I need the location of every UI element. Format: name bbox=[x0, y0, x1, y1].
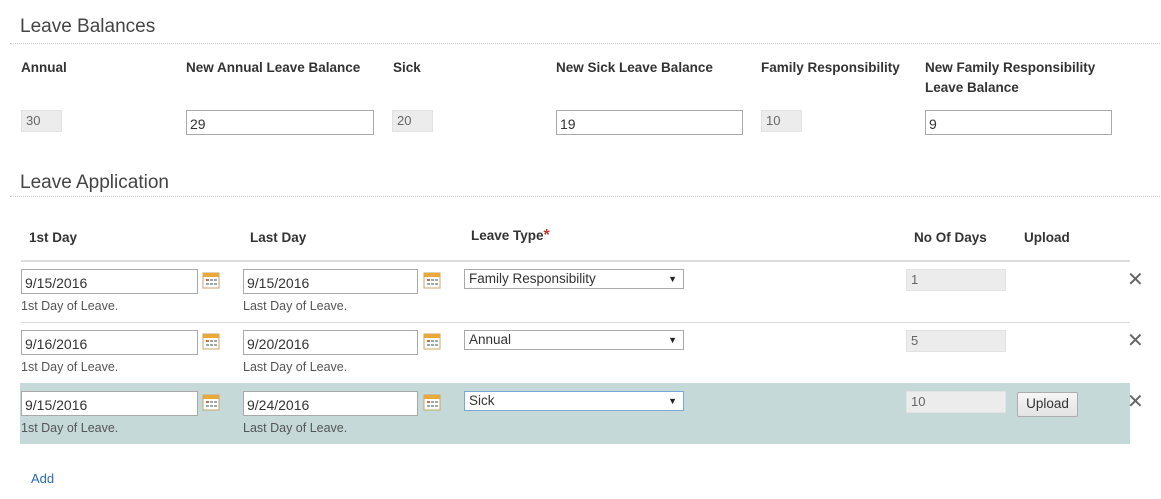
new-annual-header: New Annual Leave Balance bbox=[186, 60, 361, 75]
sick-balance-value: 20 bbox=[392, 110, 433, 132]
calendar-icon[interactable] bbox=[423, 393, 441, 411]
family-header: Family Responsibility bbox=[761, 60, 900, 75]
close-icon[interactable]: ✕ bbox=[1127, 392, 1144, 412]
last-day-input[interactable] bbox=[243, 330, 418, 355]
table-row: 1st Day of Leave. Last Day of Leave. Ann… bbox=[0, 322, 1161, 383]
first-day-hint: 1st Day of Leave. bbox=[21, 299, 119, 313]
first-day-input[interactable] bbox=[21, 269, 198, 294]
leave-type-select[interactable]: Family Responsibility ▼ bbox=[464, 269, 684, 289]
new-family-header-line1: New Family Responsibility bbox=[925, 60, 1096, 75]
chevron-down-icon: ▼ bbox=[668, 396, 677, 406]
last-day-hint: Last Day of Leave. bbox=[243, 360, 348, 374]
add-row-link[interactable]: Add bbox=[31, 471, 54, 486]
first-day-input[interactable] bbox=[21, 330, 198, 355]
section-divider bbox=[10, 196, 1160, 197]
new-sick-balance-input[interactable] bbox=[556, 110, 743, 135]
family-balance-value: 10 bbox=[761, 110, 802, 132]
leave-type-select[interactable]: Annual ▼ bbox=[464, 330, 684, 350]
last-day-hint: Last Day of Leave. bbox=[243, 421, 348, 435]
new-family-balance-input[interactable] bbox=[925, 110, 1112, 135]
no-of-days-value: 5 bbox=[906, 330, 1006, 352]
calendar-icon[interactable] bbox=[423, 332, 441, 350]
new-family-header: New Family Responsibility Leave Balance bbox=[925, 58, 1095, 98]
no-of-days-value: 10 bbox=[906, 391, 1006, 413]
chevron-down-icon: ▼ bbox=[668, 335, 677, 345]
chevron-down-icon: ▼ bbox=[668, 274, 677, 284]
sick-header: Sick bbox=[393, 60, 421, 75]
close-icon[interactable]: ✕ bbox=[1127, 270, 1144, 290]
new-annual-balance-input[interactable] bbox=[186, 110, 374, 135]
new-family-header-line2: Leave Balance bbox=[925, 80, 1019, 95]
first-day-hint: 1st Day of Leave. bbox=[21, 360, 119, 374]
first-day-input[interactable] bbox=[21, 391, 198, 416]
calendar-icon[interactable] bbox=[202, 332, 220, 350]
leave-type-select[interactable]: Sick ▼ bbox=[464, 391, 684, 411]
calendar-icon[interactable] bbox=[423, 271, 441, 289]
leave-type-selected-value: Sick bbox=[469, 393, 495, 408]
annual-balance-value: 30 bbox=[21, 110, 62, 132]
upload-button[interactable]: Upload bbox=[1017, 392, 1078, 417]
leave-type-selected-value: Family Responsibility bbox=[469, 271, 596, 286]
last-day-input[interactable] bbox=[243, 391, 418, 416]
leave-application-title: Leave Application bbox=[20, 172, 169, 193]
table-row: 1st Day of Leave. Last Day of Leave. Fam… bbox=[0, 261, 1161, 322]
last-day-hint: Last Day of Leave. bbox=[243, 299, 348, 313]
last-day-header: Last Day bbox=[250, 230, 307, 245]
leave-balances-title: Leave Balances bbox=[20, 16, 156, 37]
required-marker: * bbox=[543, 227, 550, 244]
close-icon[interactable]: ✕ bbox=[1127, 331, 1144, 351]
first-day-hint: 1st Day of Leave. bbox=[21, 421, 119, 435]
calendar-icon[interactable] bbox=[202, 271, 220, 289]
no-of-days-header: No Of Days bbox=[914, 230, 987, 245]
new-sick-header: New Sick Leave Balance bbox=[556, 60, 713, 75]
last-day-input[interactable] bbox=[243, 269, 418, 294]
no-of-days-value: 1 bbox=[906, 269, 1006, 291]
leave-type-header: Leave Type* bbox=[471, 226, 550, 246]
upload-header: Upload bbox=[1024, 230, 1070, 245]
table-row: 1st Day of Leave. Last Day of Leave. Sic… bbox=[0, 383, 1161, 444]
section-divider bbox=[10, 43, 1160, 44]
first-day-header: 1st Day bbox=[29, 230, 78, 245]
calendar-icon[interactable] bbox=[202, 393, 220, 411]
leave-type-selected-value: Annual bbox=[469, 332, 512, 347]
leave-type-header-label: Leave Type bbox=[471, 228, 544, 243]
annual-header: Annual bbox=[21, 60, 67, 75]
